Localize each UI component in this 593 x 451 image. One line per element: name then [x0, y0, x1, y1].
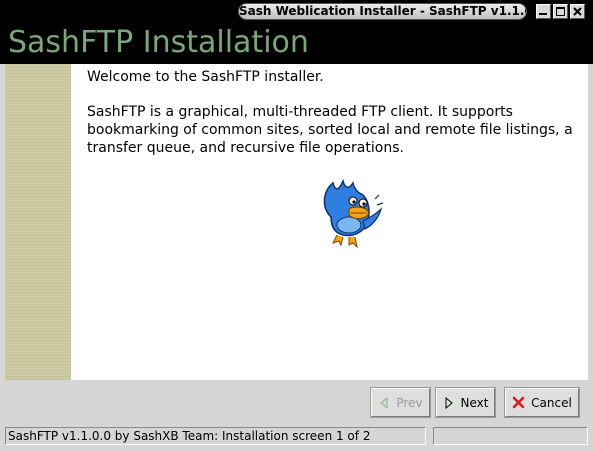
cancel-button[interactable]: Cancel: [504, 387, 580, 418]
welcome-text: Welcome to the SashFTP installer.: [87, 69, 324, 85]
prev-button[interactable]: Prev: [370, 387, 431, 418]
close-button[interactable]: [570, 4, 585, 19]
left-arrow-icon: [380, 396, 388, 409]
next-button-label: Next: [460, 395, 489, 410]
blue-bird-mascot-icon: [323, 178, 384, 249]
minimize-button[interactable]: [536, 4, 551, 19]
status-text: SashFTP v1.1.0.0 by SashXB Team: Install…: [5, 427, 426, 445]
cancel-button-label: Cancel: [531, 395, 572, 410]
status-bar: SashFTP v1.1.0.0 by SashXB Team: Install…: [5, 426, 588, 446]
description-text: SashFTP is a graphical, multi-threaded F…: [87, 104, 573, 156]
status-progress-panel: [433, 427, 588, 445]
page-title: SashFTP Installation: [8, 25, 309, 60]
prev-button-label: Prev: [396, 395, 423, 410]
close-icon: [573, 7, 582, 16]
window-titlebar[interactable]: Sash Weblication Installer - SashFTP v1.…: [0, 0, 593, 22]
maximize-button[interactable]: [553, 4, 568, 19]
wizard-button-bar: Prev Next Cancel: [5, 380, 588, 425]
next-button[interactable]: Next: [435, 387, 496, 418]
right-arrow-icon: [445, 396, 453, 409]
installer-header: SashFTP Installation: [0, 22, 593, 64]
content-panel: Welcome to the SashFTP installer. SashFT…: [71, 64, 588, 380]
minimize-icon: [539, 13, 547, 15]
maximize-icon: [556, 7, 565, 16]
red-x-icon: [512, 396, 525, 409]
side-decoration: [5, 64, 71, 380]
window-title: Sash Weblication Installer - SashFTP v1.…: [238, 3, 527, 20]
